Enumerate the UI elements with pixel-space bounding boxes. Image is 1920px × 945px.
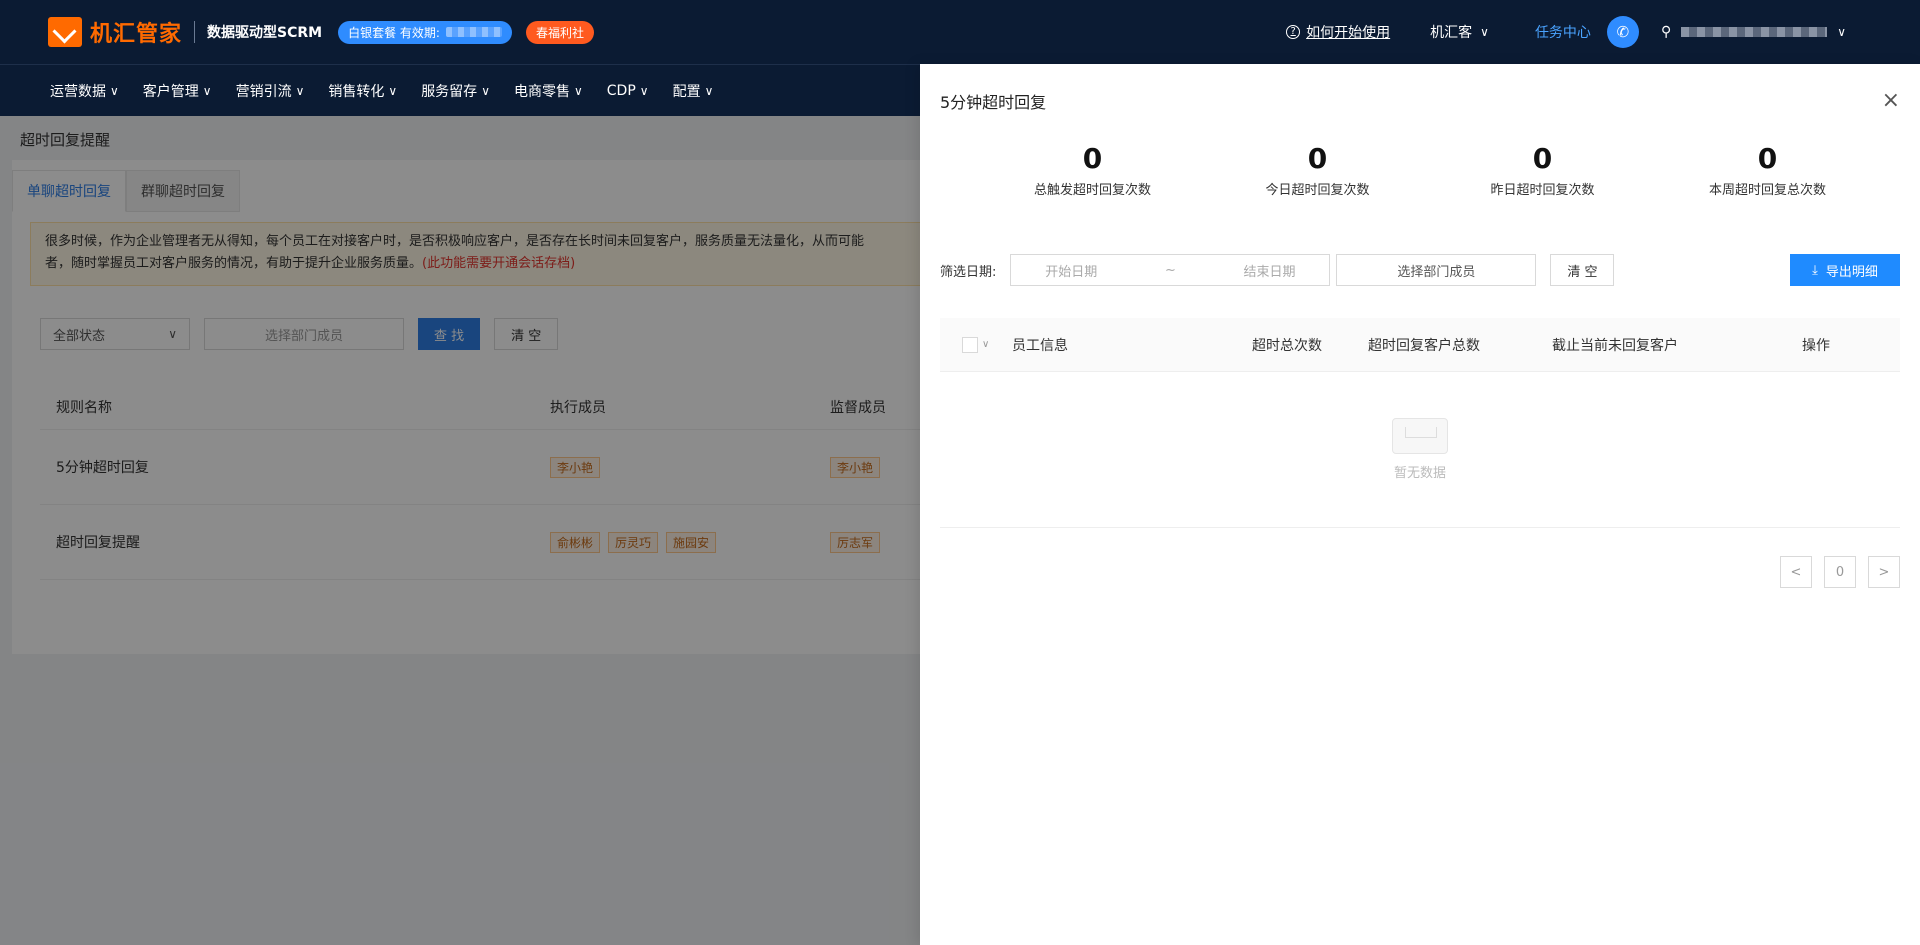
task-center-link[interactable]: 任务中心 — [1535, 22, 1591, 42]
download-icon: ⤓ — [1812, 262, 1818, 278]
end-date-input[interactable]: 结束日期 — [1244, 261, 1296, 280]
stat-week: 0 本周超时回复总次数 — [1655, 142, 1880, 198]
nav-item-sales[interactable]: 销售转化 ∨ — [328, 81, 397, 101]
org-switcher[interactable]: 机汇客 ∨ — [1430, 22, 1489, 42]
nav-item-customer[interactable]: 客户管理 ∨ — [143, 81, 212, 101]
nav-label: CDP — [606, 82, 636, 99]
modal-backdrop[interactable] — [0, 116, 920, 945]
stat-label: 总触发超时回复次数 — [1033, 183, 1151, 198]
page-number[interactable]: 0 — [1824, 556, 1856, 588]
chevron-down-icon: ∨ — [202, 83, 212, 98]
nav-label: 电商零售 — [513, 83, 570, 100]
export-button[interactable]: ⤓ 导出明细 — [1790, 254, 1900, 286]
org-name: 机汇客 — [1430, 25, 1473, 41]
plan-label: 白银套餐 有效期: — [348, 25, 440, 40]
stat-label: 今日超时回复次数 — [1265, 183, 1370, 198]
date-filter-label: 筛选日期: — [940, 264, 997, 280]
drawer-filter-row: 筛选日期: 开始日期 ~ 结束日期 选择部门成员 清 空 — [940, 254, 1615, 286]
chevron-down-icon[interactable]: ∨ — [982, 339, 1012, 350]
help-link[interactable]: ? 如何开始使用 — [1286, 22, 1390, 42]
nav-item-ecommerce[interactable]: 电商零售 ∨ — [514, 81, 583, 101]
chevron-down-icon: ∨ — [295, 83, 305, 98]
pagination: < 0 > — [1780, 556, 1900, 588]
empty-inbox-icon — [1392, 418, 1448, 454]
next-page-button[interactable]: > — [1868, 556, 1900, 588]
chevron-down-icon: ∨ — [573, 83, 583, 98]
nav-item-config[interactable]: 配置 ∨ — [673, 81, 714, 101]
export-label: 导出明细 — [1825, 264, 1878, 280]
stat-yesterday: 0 昨日超时回复次数 — [1430, 142, 1655, 198]
nav-item-marketing[interactable]: 营销引流 ∨ — [236, 81, 305, 101]
nav-label: 配置 — [672, 83, 701, 100]
top-header: 机汇管家 数据驱动型SCRM 白银套餐 有效期: 春福利社 ? 如何开始使用 机… — [0, 0, 1920, 64]
logo-icon — [48, 17, 82, 47]
stat-today: 0 今日超时回复次数 — [1205, 142, 1430, 198]
date-range-picker[interactable]: 开始日期 ~ 结束日期 — [1010, 254, 1331, 286]
stat-value: 0 — [1307, 142, 1328, 175]
empty-text: 暂无数据 — [1393, 466, 1446, 481]
phone-icon: ✆ — [1616, 23, 1630, 41]
help-text: 如何开始使用 — [1306, 25, 1391, 41]
col-timeout-customers: 超时回复客户总数 — [1368, 337, 1480, 354]
col-timeout-count: 超时总次数 — [1252, 337, 1322, 354]
chevron-down-icon: ∨ — [1837, 25, 1846, 39]
nav-label: 销售转化 — [328, 83, 385, 100]
nav-item-ops-data[interactable]: 运营数据 ∨ — [50, 81, 119, 101]
stat-total: 0 总触发超时回复次数 — [980, 142, 1205, 198]
chevron-down-icon: ∨ — [110, 83, 119, 98]
header-actions: ? 如何开始使用 机汇客 ∨ 任务中心 ✆ ⚲ ∨ — [1286, 16, 1846, 48]
username-redacted — [1681, 27, 1828, 37]
stats-row: 0 总触发超时回复次数 0 今日超时回复次数 0 昨日超时回复次数 0 本周超时… — [980, 142, 1880, 198]
col-employee: 员工信息 — [1012, 337, 1068, 354]
dept-member-select[interactable]: 选择部门成员 — [1336, 254, 1537, 286]
nav-item-cdp[interactable]: CDP ∨ — [607, 83, 649, 99]
prev-page-button[interactable]: < — [1780, 556, 1812, 588]
nav-label: 客户管理 — [142, 83, 199, 100]
stat-value: 0 — [1082, 142, 1103, 175]
clear-button[interactable]: 清 空 — [1550, 254, 1615, 286]
logo[interactable]: 机汇管家 — [48, 16, 182, 48]
chevron-down-icon: ∨ — [481, 83, 490, 98]
close-icon[interactable]: × — [1882, 88, 1900, 113]
chevron-down-icon: ∨ — [639, 83, 649, 98]
col-actions: 操作 — [1802, 337, 1830, 354]
chevron-down-icon: ∨ — [704, 83, 714, 98]
table-header: ∨ 员工信息 超时总次数 超时回复客户总数 截止当前未回复客户 操作 — [940, 318, 1900, 372]
logo-divider — [194, 21, 196, 43]
nav-label: 运营数据 — [50, 83, 106, 100]
detail-drawer: 5分钟超时回复 × 0 总触发超时回复次数 0 今日超时回复次数 0 昨日超时回… — [920, 64, 1920, 945]
chevron-down-icon: ∨ — [1480, 25, 1489, 39]
nav-label: 服务留存 — [421, 83, 478, 100]
plan-date-redacted — [445, 27, 502, 37]
stat-value: 0 — [1532, 142, 1553, 175]
col-unreplied: 截止当前未回复客户 — [1552, 337, 1678, 354]
logo-text: 机汇管家 — [90, 22, 183, 47]
phone-button[interactable]: ✆ — [1606, 16, 1639, 48]
detail-table: ∨ 员工信息 超时总次数 超时回复客户总数 截止当前未回复客户 操作 暂无数据 — [940, 318, 1900, 528]
product-subtitle: 数据驱动型SCRM — [207, 25, 323, 41]
nav-label: 营销引流 — [235, 83, 292, 100]
nav-item-service[interactable]: 服务留存 ∨ — [421, 81, 490, 101]
welfare-badge[interactable]: 春福利社 — [525, 20, 594, 44]
stat-label: 昨日超时回复次数 — [1490, 183, 1595, 198]
empty-state: 暂无数据 — [940, 372, 1900, 528]
drawer-title: 5分钟超时回复 — [940, 93, 1047, 112]
range-separator: ~ — [1164, 262, 1176, 278]
plan-badge: 白银套餐 有效期: — [338, 20, 512, 44]
stat-value: 0 — [1757, 142, 1778, 175]
chevron-down-icon: ∨ — [388, 83, 398, 98]
question-icon: ? — [1286, 25, 1301, 39]
user-icon: ⚲ — [1660, 24, 1672, 40]
select-all-checkbox[interactable] — [962, 336, 978, 353]
user-menu[interactable]: ⚲ ∨ — [1661, 24, 1846, 40]
start-date-input[interactable]: 开始日期 — [1045, 261, 1097, 280]
stat-label: 本周超时回复总次数 — [1708, 183, 1826, 198]
